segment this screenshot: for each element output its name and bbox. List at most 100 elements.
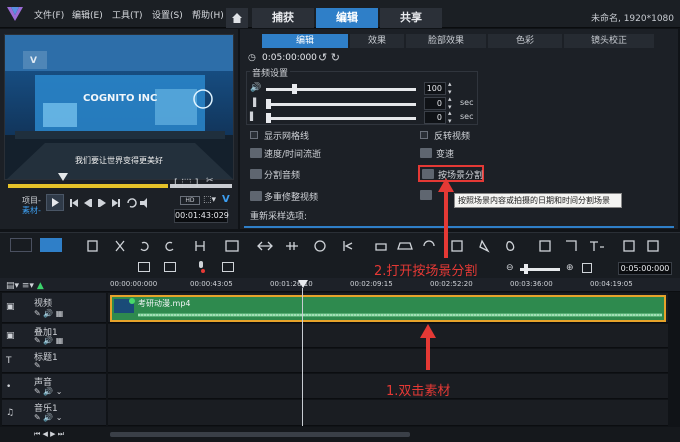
- menu-tools[interactable]: 工具(T): [112, 8, 143, 21]
- app-logo-icon: [7, 7, 23, 21]
- fade-in-field[interactable]: 0: [424, 97, 446, 110]
- clip-mode-label[interactable]: 素材-: [22, 205, 41, 216]
- preview-timecode[interactable]: 00:01:43:029: [174, 209, 229, 223]
- zoom-in-icon[interactable]: ⊕: [566, 263, 574, 273]
- fade-in-thumb[interactable]: [266, 99, 271, 109]
- clip-duration[interactable]: 0:05:00:000: [262, 53, 317, 63]
- overlay-track-lane[interactable]: [108, 324, 668, 348]
- clip-name: 考研动漫.mp4: [138, 299, 191, 308]
- overlay-track-icon: ▣: [6, 331, 15, 341]
- fade-out-slider[interactable]: [266, 117, 416, 120]
- timeline-timecode[interactable]: 0:05:00:000: [618, 262, 672, 275]
- volume-icon: 🔊: [250, 83, 262, 93]
- preview-player[interactable]: V COGNITO INC 我们要让世界变得更美好: [4, 34, 234, 180]
- fade-in-unit: sec: [460, 98, 474, 107]
- editing-tools-row[interactable]: [86, 239, 676, 253]
- voice-track-icon: •: [6, 382, 12, 392]
- home-icon: [232, 13, 242, 23]
- annotation-step1: 1.双击素材: [386, 384, 451, 399]
- ruler-label: 00:03:36:00: [510, 280, 553, 288]
- microphone-icon[interactable]: [196, 260, 206, 274]
- track-name: 视频: [34, 299, 53, 309]
- fit-project-icon[interactable]: [582, 263, 592, 273]
- volume-stepper-icon[interactable]: ▴ ▾: [448, 80, 452, 96]
- zoom-slider-thumb[interactable]: [524, 264, 528, 274]
- track-header-music[interactable]: ♫ 音乐1 ✎ 🔊 ⌄: [2, 400, 106, 426]
- annotation-step2: 2.打开按场景分割: [374, 264, 478, 279]
- video-clip[interactable]: 考研动漫.mp4: [110, 295, 666, 322]
- fade-out-field[interactable]: 0: [424, 111, 446, 124]
- extra-option-icon: [420, 190, 432, 200]
- track-header-video[interactable]: ▣ 视频 ✎ 🔊 ▦: [2, 293, 106, 323]
- track-controls-icons[interactable]: ✎ 🔊 ▦: [34, 336, 63, 345]
- timeline-playhead-icon[interactable]: [298, 280, 308, 290]
- track-controls-icons[interactable]: ✎ 🔊 ⌄: [34, 387, 62, 396]
- speed-time-icon: [250, 148, 262, 158]
- play-button[interactable]: [46, 194, 64, 211]
- variable-speed-button[interactable]: 变速: [436, 147, 454, 160]
- track-controls-icons[interactable]: ✎ 🔊 ▦: [34, 309, 63, 318]
- aspect-ratio-icon[interactable]: ⬚▾: [203, 195, 216, 205]
- timeline-scrollbar[interactable]: [110, 432, 410, 437]
- quality-selector[interactable]: HD: [180, 196, 200, 205]
- track-controls-icons[interactable]: ✎ 🔊 ⌄: [34, 413, 62, 422]
- volume-field[interactable]: 100: [424, 82, 446, 95]
- track-header-title[interactable]: T 标题1 ✎: [2, 349, 106, 373]
- track-controls-icons[interactable]: ✎: [34, 361, 41, 370]
- fade-out-unit: sec: [460, 112, 474, 121]
- video-track-icon: ▣: [6, 302, 15, 312]
- tab-share[interactable]: 共享: [380, 8, 442, 28]
- trim-bracket-icons[interactable]: [ ⬚ ]: [174, 176, 199, 189]
- show-grid-label[interactable]: 显示网格线: [264, 129, 309, 142]
- mixer-icon[interactable]: [164, 262, 176, 272]
- options-scrollbar[interactable]: [244, 226, 674, 228]
- show-grid-checkbox[interactable]: [250, 131, 258, 139]
- rotate-icons[interactable]: ↺ ↻: [318, 51, 340, 64]
- tab-lens-correction[interactable]: 镜头校正: [564, 34, 654, 48]
- track-toggle-icons[interactable]: ▤▾ ≡▾ ▲: [6, 281, 44, 291]
- fade-out-stepper-icon[interactable]: ▴ ▾: [448, 109, 452, 125]
- track-manager-icon[interactable]: [222, 262, 234, 272]
- track-header-overlay[interactable]: ▣ 叠加1 ✎ 🔊 ▦: [2, 324, 106, 348]
- tab-edit[interactable]: 编辑: [316, 8, 378, 28]
- track-header-voice[interactable]: • 声音 ✎ 🔊 ⌄: [2, 374, 106, 399]
- clip-waveform: [138, 313, 662, 317]
- menu-help[interactable]: 帮助(H): [192, 8, 224, 21]
- timeline-ruler[interactable]: [0, 278, 680, 292]
- reverse-video-label[interactable]: 反转视频: [434, 129, 470, 142]
- menu-file[interactable]: 文件(F): [34, 8, 64, 21]
- storyboard-view-button[interactable]: [10, 238, 32, 252]
- volume-slider-thumb[interactable]: [292, 84, 297, 94]
- menu-settings[interactable]: 设置(S): [152, 8, 183, 21]
- home-button[interactable]: [226, 8, 248, 28]
- tab-capture[interactable]: 捕获: [252, 8, 314, 28]
- tab-color[interactable]: 色彩: [488, 34, 562, 48]
- fade-out-thumb[interactable]: [266, 113, 271, 123]
- tab-edit-options[interactable]: 编辑: [262, 34, 348, 48]
- timeline-view-button[interactable]: [40, 238, 62, 252]
- transport-controls[interactable]: [70, 197, 148, 209]
- play-icon: [52, 198, 59, 207]
- tab-face-effects[interactable]: 脸部效果: [406, 34, 486, 48]
- record-capture-icon[interactable]: [138, 262, 150, 272]
- split-audio-button[interactable]: 分割音频: [264, 168, 300, 181]
- playhead-marker-icon[interactable]: [58, 173, 68, 182]
- zoom-out-icon[interactable]: ⊖: [506, 263, 514, 273]
- speed-time-button[interactable]: 速度/时间流逝: [264, 147, 321, 160]
- tab-effects[interactable]: 效果: [350, 34, 404, 48]
- volume-slider[interactable]: [266, 88, 416, 91]
- split-icon[interactable]: ✂: [206, 176, 214, 186]
- tooltip: 按照场景内容或拍摄的日期和时间分割场景: [454, 193, 622, 208]
- music-track-lane[interactable]: [108, 400, 668, 426]
- preview-scrub-bar[interactable]: [8, 184, 168, 188]
- track-nav-icons[interactable]: ⏮ ◀ ▶ ⏭: [34, 430, 64, 439]
- reverse-video-checkbox[interactable]: [420, 131, 428, 139]
- ruler-label: 00:00:43:05: [190, 280, 233, 288]
- menu-edit[interactable]: 编辑(E): [72, 8, 103, 21]
- ruler-label: 00:04:19:05: [590, 280, 633, 288]
- fade-in-slider[interactable]: [266, 103, 416, 106]
- title-track-lane[interactable]: [108, 349, 668, 373]
- multi-trim-button[interactable]: 多重修整视频: [264, 190, 318, 203]
- multi-trim-icon: [250, 191, 262, 201]
- split-audio-icon: [250, 169, 262, 179]
